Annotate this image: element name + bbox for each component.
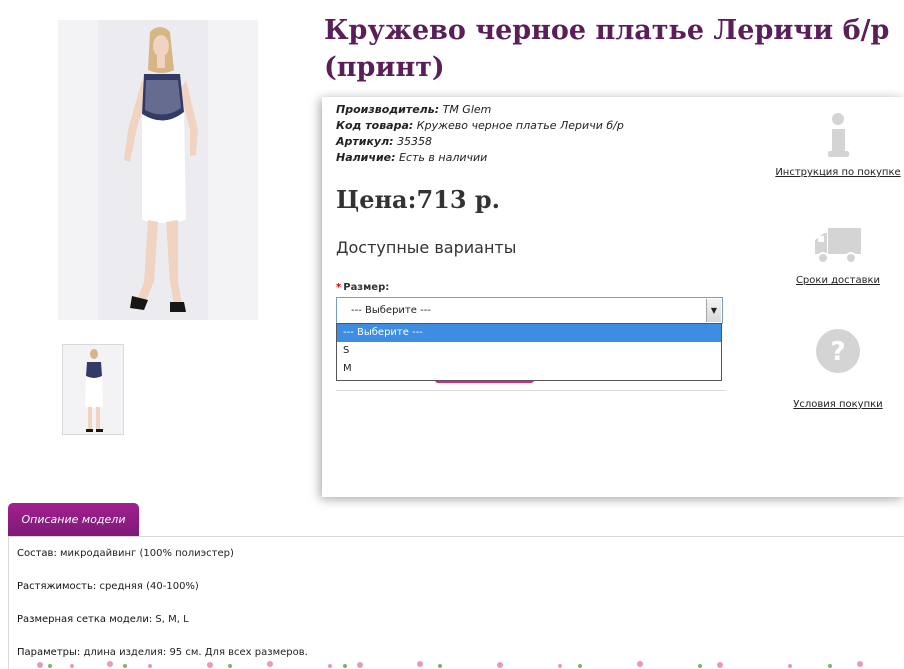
manufacturer-label: Производитель: [336, 103, 440, 116]
tab-description[interactable]: Описание модели [8, 503, 139, 537]
availability-value: Есть в наличии [399, 151, 488, 164]
purchase-instructions[interactable]: Инструкция по покупке [768, 111, 904, 178]
purchase-conditions-link[interactable]: Условия покупки [768, 399, 904, 410]
params-value: длина изделия: 95 см. Для всех размеров. [83, 647, 308, 658]
article-row: Артикул: 35358 [336, 134, 624, 150]
tab-panel-border [8, 536, 9, 669]
stretch-label: Растяжимость: [17, 581, 97, 592]
purchase-conditions[interactable]: ? Условия покупки [768, 327, 904, 410]
size-label: * Размер: [336, 282, 389, 293]
composition-line: Состав: микродайвинг (100% полиэстер) [17, 548, 234, 559]
tab-divider [8, 536, 904, 537]
floral-border-decoration [37, 661, 863, 668]
stretch-value: средняя (40-100%) [99, 581, 199, 592]
delivery-terms-link[interactable]: Сроки доставки [768, 275, 904, 286]
svg-text:?: ? [830, 337, 845, 367]
stretch-line: Растяжимость: средняя (40-100%) [17, 581, 199, 592]
size-select[interactable]: --- Выберите --- ▼ [336, 297, 723, 324]
params-line: Параметры: длина изделия: 95 см. Для все… [17, 647, 308, 658]
sizes-label: Размерная сетка модели: [17, 614, 153, 625]
composition-value: микродайвинг (100% полиэстер) [60, 548, 234, 559]
article-value: 35358 [397, 135, 433, 148]
size-option[interactable]: --- Выберите --- [337, 324, 721, 342]
info-icon [828, 113, 849, 157]
product-code-row: Код товара: Кружево черное платье Леричи… [336, 118, 624, 134]
question-icon: ? [816, 329, 860, 373]
size-select-value: --- Выберите --- [351, 305, 431, 316]
dress-model-illustration [58, 20, 258, 320]
product-page: Кружево черное платье Леричи б/р (принт)… [0, 0, 904, 669]
sizes-line: Размерная сетка модели: S, M, L [17, 614, 189, 625]
purchase-instructions-link[interactable]: Инструкция по покупке [768, 167, 904, 178]
product-info-panel: Производитель: ТМ Glem Код товара: Круже… [322, 97, 904, 497]
article-label: Артикул: [336, 135, 394, 148]
availability-row: Наличие: Есть в наличии [336, 150, 624, 166]
dress-thumbnail-illustration [63, 345, 123, 434]
size-select-dropdown[interactable]: --- Выберите --- S M [336, 323, 722, 381]
params-label: Параметры: [17, 647, 81, 658]
product-code-value: Кружево черное платье Леричи б/р [416, 119, 624, 132]
required-mark: * [336, 282, 342, 293]
truck-icon [815, 228, 861, 264]
sizes-value: S, M, L [155, 614, 189, 625]
chevron-down-icon[interactable]: ▼ [706, 299, 721, 322]
product-thumbnail[interactable] [62, 344, 124, 435]
product-main-image[interactable] [58, 20, 258, 320]
product-title: Кружево черное платье Леричи б/р (принт) [324, 15, 890, 83]
manufacturer-value: ТМ Glem [442, 103, 492, 116]
availability-label: Наличие: [336, 151, 396, 164]
product-code-label: Код товара: [336, 119, 414, 132]
composition-label: Состав: [17, 548, 57, 559]
size-option[interactable]: S [337, 342, 721, 360]
divider [336, 390, 726, 391]
product-price: Цена:713 р. [336, 185, 501, 214]
delivery-terms[interactable]: Сроки доставки [768, 225, 904, 286]
size-label-text: Размер: [343, 282, 390, 293]
size-option[interactable]: M [337, 360, 721, 378]
product-meta: Производитель: ТМ Glem Код товара: Круже… [336, 102, 624, 166]
variants-heading: Доступные варианты [336, 238, 517, 257]
manufacturer-row: Производитель: ТМ Glem [336, 102, 624, 118]
